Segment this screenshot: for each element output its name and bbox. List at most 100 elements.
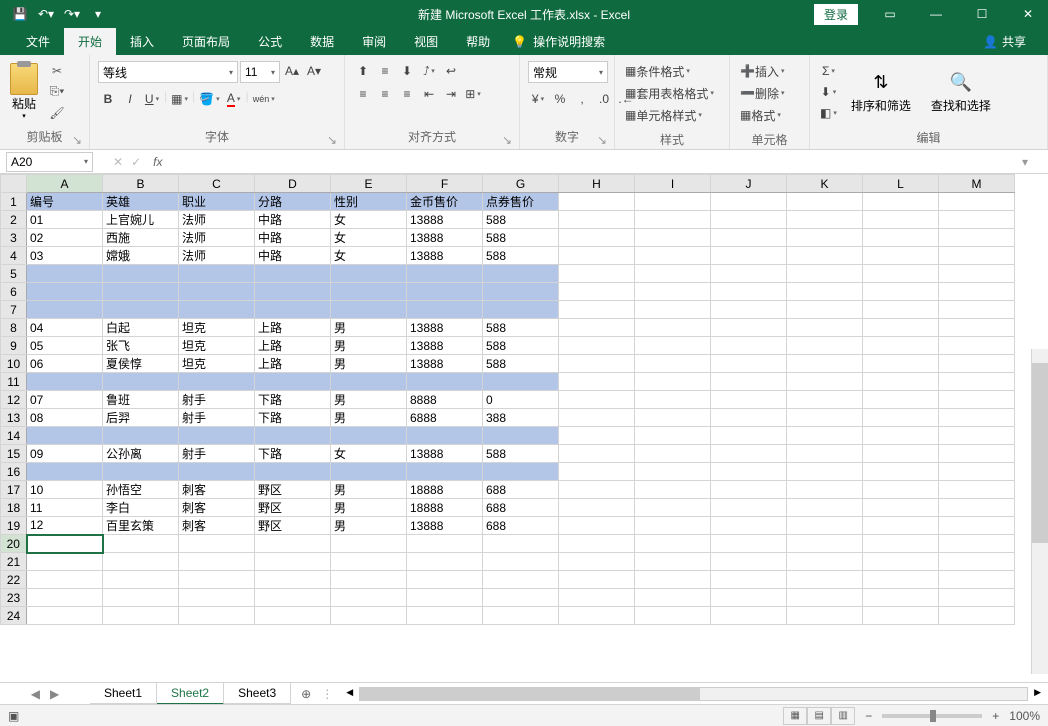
cell[interactable] [863,193,939,211]
cell[interactable]: 08 [27,409,103,427]
cell[interactable] [787,571,863,589]
cell[interactable]: 男 [331,337,407,355]
close-icon[interactable]: ✕ [1008,0,1048,28]
cell[interactable] [179,283,255,301]
cell[interactable]: 百里玄策 [103,517,179,535]
cell[interactable] [939,589,1015,607]
cell[interactable]: 坦克 [179,337,255,355]
cell[interactable]: 18888 [407,499,483,517]
font-color-button[interactable]: A [224,89,244,109]
hscroll-left-icon[interactable]: ◀ [346,687,353,698]
cell[interactable] [255,571,331,589]
row-header[interactable]: 14 [1,427,27,445]
cell[interactable] [103,607,179,625]
tab-formulas[interactable]: 公式 [244,28,296,55]
underline-button[interactable]: U [142,89,162,109]
cell[interactable]: 07 [27,391,103,409]
cell[interactable] [331,607,407,625]
cell[interactable] [559,607,635,625]
cell[interactable] [635,355,711,373]
cell[interactable]: 嫦娥 [103,247,179,265]
tab-help[interactable]: 帮助 [452,28,504,55]
cell[interactable]: 分路 [255,193,331,211]
cell[interactable] [635,229,711,247]
cell[interactable] [255,265,331,283]
cell[interactable] [863,337,939,355]
cell[interactable]: 女 [331,229,407,247]
cell[interactable] [711,427,787,445]
tell-me-search[interactable]: 💡操作说明搜索 [504,28,613,55]
delete-cells-button[interactable]: ➖ 删除 [738,83,786,103]
cell[interactable] [863,427,939,445]
cell[interactable] [331,301,407,319]
view-page-layout-icon[interactable]: ▤ [807,707,831,725]
row-header[interactable]: 9 [1,337,27,355]
save-icon[interactable]: 💾 [8,2,32,26]
cell[interactable] [711,211,787,229]
cancel-formula-icon[interactable]: ✕ [113,155,123,169]
cell[interactable]: 女 [331,211,407,229]
col-header-d[interactable]: D [255,175,331,193]
cell[interactable] [483,301,559,319]
cell[interactable]: 中路 [255,211,331,229]
col-header-b[interactable]: B [103,175,179,193]
cell[interactable]: 坦克 [179,355,255,373]
cell[interactable] [483,463,559,481]
cell[interactable] [635,481,711,499]
cell[interactable] [635,463,711,481]
cell[interactable]: 下路 [255,391,331,409]
row-header[interactable]: 8 [1,319,27,337]
cell[interactable]: 野区 [255,499,331,517]
align-launcher[interactable]: ↘ [501,133,513,145]
fx-icon[interactable]: fx [153,155,162,169]
cell[interactable]: 上路 [255,337,331,355]
cell[interactable] [559,445,635,463]
sheet-tab-1[interactable]: Sheet1 [90,683,157,704]
cell[interactable] [711,301,787,319]
cell[interactable] [787,391,863,409]
percent-icon[interactable]: % [550,89,570,109]
undo-icon[interactable]: ↶▾ [34,2,58,26]
cell[interactable] [635,535,711,553]
horizontal-scrollbar[interactable]: ◀ ▶ [359,687,1028,701]
cell[interactable] [939,319,1015,337]
cell[interactable]: 野区 [255,517,331,535]
cell[interactable] [255,283,331,301]
table-format-button[interactable]: ▦ 套用表格格式 [623,83,716,103]
cell[interactable] [559,247,635,265]
find-select-button[interactable]: 🔍查找和选择 [923,67,999,118]
cell[interactable] [255,427,331,445]
cell[interactable] [331,373,407,391]
cell[interactable] [787,319,863,337]
cell[interactable] [407,607,483,625]
cell[interactable] [255,607,331,625]
cell[interactable]: 后羿 [103,409,179,427]
cell[interactable]: 上路 [255,355,331,373]
cell[interactable]: 张飞 [103,337,179,355]
cell[interactable]: 男 [331,391,407,409]
col-header-j[interactable]: J [711,175,787,193]
align-bottom-icon[interactable]: ⬇ [397,61,417,81]
cell[interactable]: 野区 [255,481,331,499]
cell[interactable] [787,283,863,301]
cell[interactable]: 11 [27,499,103,517]
number-format-combo[interactable]: 常规▾ [528,61,608,83]
cell[interactable] [103,571,179,589]
cell[interactable]: 8888 [407,391,483,409]
cell[interactable] [939,373,1015,391]
cell[interactable] [559,481,635,499]
cell[interactable] [939,553,1015,571]
cell[interactable] [939,229,1015,247]
cell[interactable]: 13888 [407,247,483,265]
cell[interactable] [27,553,103,571]
cell[interactable] [787,373,863,391]
cell[interactable] [939,247,1015,265]
cell[interactable] [179,553,255,571]
cell[interactable]: 中路 [255,229,331,247]
cell[interactable] [787,427,863,445]
cell[interactable] [939,499,1015,517]
cell[interactable]: 金币售价 [407,193,483,211]
cell[interactable] [483,373,559,391]
cell[interactable] [635,553,711,571]
cell[interactable] [863,229,939,247]
